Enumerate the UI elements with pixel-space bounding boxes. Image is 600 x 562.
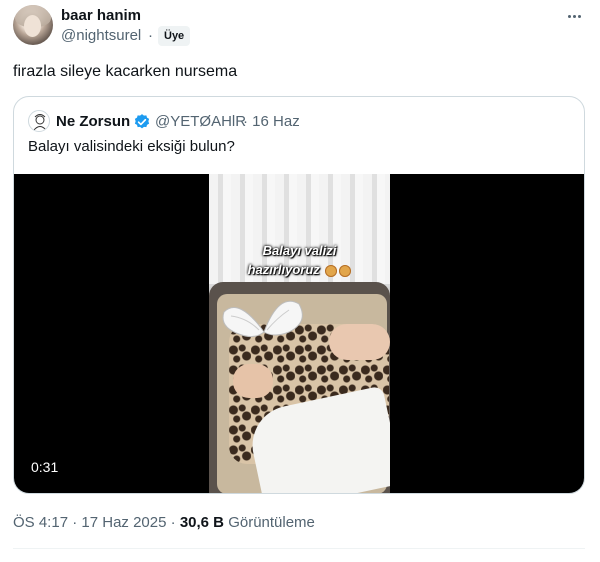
tweet-meta: ÖS 4:17 · 17 Haz 2025 · 30,6 B Görüntüle… — [13, 514, 315, 531]
handle-separator: · — [148, 27, 153, 44]
quoted-tweet-text: Balayı valisindeki eksiği bulun? — [28, 138, 235, 155]
quoted-author-name[interactable]: Ne Zorsun — [56, 113, 130, 130]
tweet-time[interactable]: ÖS 4:17 — [13, 514, 68, 531]
video-frame: Balayı valizi hazırlıyoruz — [209, 174, 390, 493]
quoted-author-handle[interactable]: @YETØAHlR — [155, 113, 246, 130]
member-badge[interactable]: Üye — [158, 26, 191, 46]
emoji-icon — [339, 264, 352, 277]
views-count: 30,6 B — [179, 514, 225, 531]
emoji-icon — [325, 264, 338, 277]
butterfly-wings-image — [222, 300, 303, 338]
tweet: baar hanim @nightsurel · Üye firazla sil… — [0, 0, 600, 562]
video-player[interactable]: Balayı valizi hazırlıyoruz 0:31 — [14, 174, 584, 493]
author-display-name[interactable]: baar hanim — [61, 7, 141, 24]
video-caption-line2: hazırlıyoruz — [209, 262, 390, 277]
video-duration: 0:31 — [31, 459, 59, 475]
tweet-date[interactable]: 17 Haz 2025 — [81, 514, 166, 531]
quoted-tweet-card[interactable]: Ne Zorsun @YETØAHlR · 16 Haz Balayı vali… — [13, 96, 585, 494]
meta-separator: · — [72, 514, 82, 531]
verified-badge-icon — [134, 114, 150, 129]
more-horizontal-icon — [567, 14, 571, 18]
author-avatar[interactable] — [13, 5, 53, 45]
quoted-tweet-date[interactable]: · 16 Haz — [243, 113, 300, 130]
author-handle[interactable]: @nightsurel — [61, 27, 141, 44]
video-caption-line1: Balayı valizi — [262, 243, 337, 258]
quoted-author-avatar[interactable] — [28, 110, 50, 132]
views-label: Görüntüleme — [228, 514, 315, 531]
more-options-button[interactable] — [563, 8, 585, 24]
divider — [13, 548, 585, 549]
tweet-text: firazla sileye kacarken nursema — [13, 63, 238, 80]
meta-separator: · — [170, 514, 180, 531]
